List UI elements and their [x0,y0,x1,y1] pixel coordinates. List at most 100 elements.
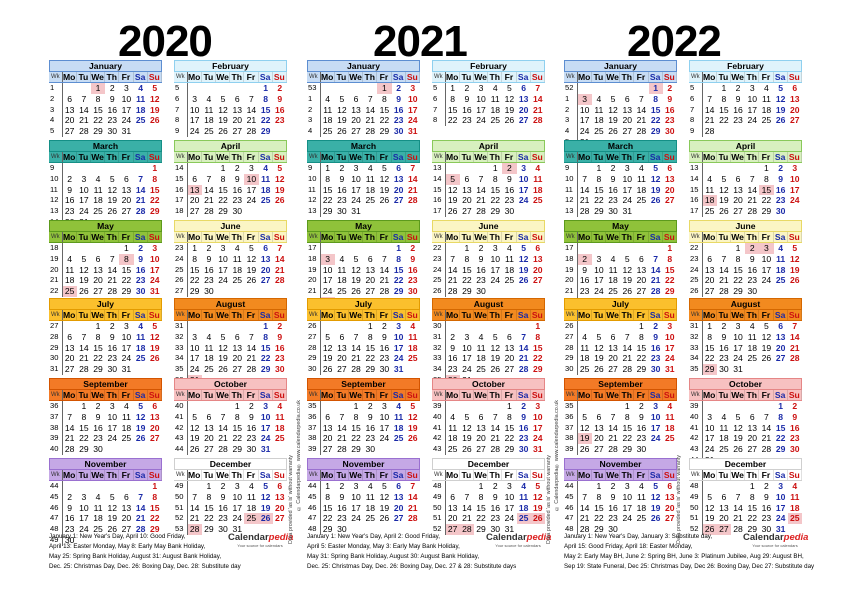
day-cell: 10 [218,253,228,264]
day-cell: 5 [521,243,527,253]
weekday-label: Tu [592,470,606,480]
day-cell: 3 [192,93,198,104]
month-name: June [432,220,545,232]
day-cell: 26 [408,433,418,444]
day-cell: 3 [792,163,798,173]
day-cell [273,126,287,137]
day-cell: 18 [232,264,243,275]
day-cell: 24 [408,115,418,126]
calendarpedia-logo[interactable]: Calendarpedia Your source for calendars [486,532,551,548]
weekday-header: Wk Mo Tu We Th Fr Sa Su [432,232,545,243]
week-number: 1 [49,83,63,94]
day-cell: 7 [582,491,588,502]
weekday-label: Fr [634,232,649,242]
weekday-label: Su [531,72,545,82]
day-cell [148,444,162,455]
day-cell [77,321,91,332]
month-feb: February Wk Mo Tu We Th Fr Sa Su 5 1 2 6 3 4 5 6 7 8 9 7 10 11… [174,60,287,137]
week-row: 20 16 17 18 19 20 21 22 [564,275,677,287]
day-cell: 5 [535,481,541,491]
weekday-label: We [91,72,106,82]
day-cell: 19 [379,502,390,513]
week-row: 22 1 2 3 4 5 [689,243,802,254]
weekday-label: We [474,390,489,400]
day-cell: 30 [337,206,347,217]
weekday-header: Wk Mo Tu We Th Fr Sa Su [689,232,802,243]
day-cell: 26 [622,286,633,297]
weekday-label: Sa [649,390,663,400]
weekday-label: Th [230,310,245,320]
day-cell [474,163,488,174]
week-number: 45 [307,491,321,503]
calendarpedia-logo[interactable]: Calendarpedia Your source for calendars [228,532,293,548]
weekday-label: Mo [320,152,335,162]
weekday-label: Su [273,152,287,162]
day-cell [105,243,119,254]
day-cell: 27 [189,206,200,217]
weekday-header: Wk Mo Tu We Th Fr Sa Su [432,470,545,481]
week-number: 10 [307,173,321,185]
week-number: 22 [689,243,703,254]
weekday-label: Su [663,152,677,162]
day-cell: 21 [275,264,285,275]
day-cell: 2 [206,243,212,253]
day-cell: 22 [622,433,633,444]
day-cell: 1 [492,163,498,173]
day-cell [474,321,488,332]
day-cell: 25 [594,126,604,137]
week-number: 7 [689,104,703,116]
month-name: December [689,458,802,470]
day-cell: 2 [653,321,659,331]
day-cell: 8 [396,253,402,264]
weekday-label: Wk [689,470,703,480]
weekday-label: Su [531,470,545,480]
weekday-label: Su [273,310,287,320]
day-cell: 25 [447,444,458,455]
day-cell: 27 [462,206,472,217]
month-name: June [174,220,287,232]
day-cell: 27 [790,115,800,126]
day-cell: 12 [790,253,800,264]
day-cell: 18 [761,104,772,115]
day-cell: 16 [761,502,772,513]
day-cell: 11 [204,104,214,115]
day-cell [592,243,606,254]
calendarpedia-logo[interactable]: Calendarpedia Your source for calendars [743,532,808,548]
side-disclaimer: Data provided 'as is' without warranty [676,455,682,544]
day-cell: 7 [721,253,727,264]
side-site-credit: © Calendarpedia® www.calendarpedia.co.uk [296,400,302,512]
day-cell: 20 [365,275,376,286]
month-name: November [564,458,677,470]
day-cell: 16 [719,342,729,353]
month-name: November [307,458,420,470]
day-cell: 1 [648,83,663,94]
day-cell [731,163,745,174]
day-cell: 27 [775,353,786,364]
day-cell: 19 [107,513,118,524]
day-cell: 8 [152,491,158,502]
day-cell: 10 [351,491,361,502]
day-cell: 5 [109,173,115,184]
week-row: 22 1 2 3 4 5 6 [432,243,545,254]
day-cell: 25 [787,513,802,525]
day-cell: 8 [325,173,331,184]
day-cell: 23 [636,433,647,444]
day-cell: 11 [365,173,375,184]
day-cell: 21 [608,433,618,444]
week-row: 16 18 19 20 21 22 23 24 [689,195,802,207]
week-row: 13456789 [564,93,677,105]
day-cell: 17 [393,342,404,353]
weekday-label: Sa [774,152,788,162]
day-cell: 5 [653,481,659,491]
day-cell: 7 [367,93,373,104]
day-cell: 26 [518,275,529,286]
day-cell: 6 [124,491,129,502]
day-cell: 25 [636,195,647,206]
day-cell: 15 [665,264,675,275]
day-cell: 15 [533,342,543,353]
day-cell [406,206,420,217]
weekday-label: Sa [517,232,531,242]
day-cell: 8 [152,173,158,184]
week-number: 26 [689,286,703,297]
day-cell [134,126,148,137]
